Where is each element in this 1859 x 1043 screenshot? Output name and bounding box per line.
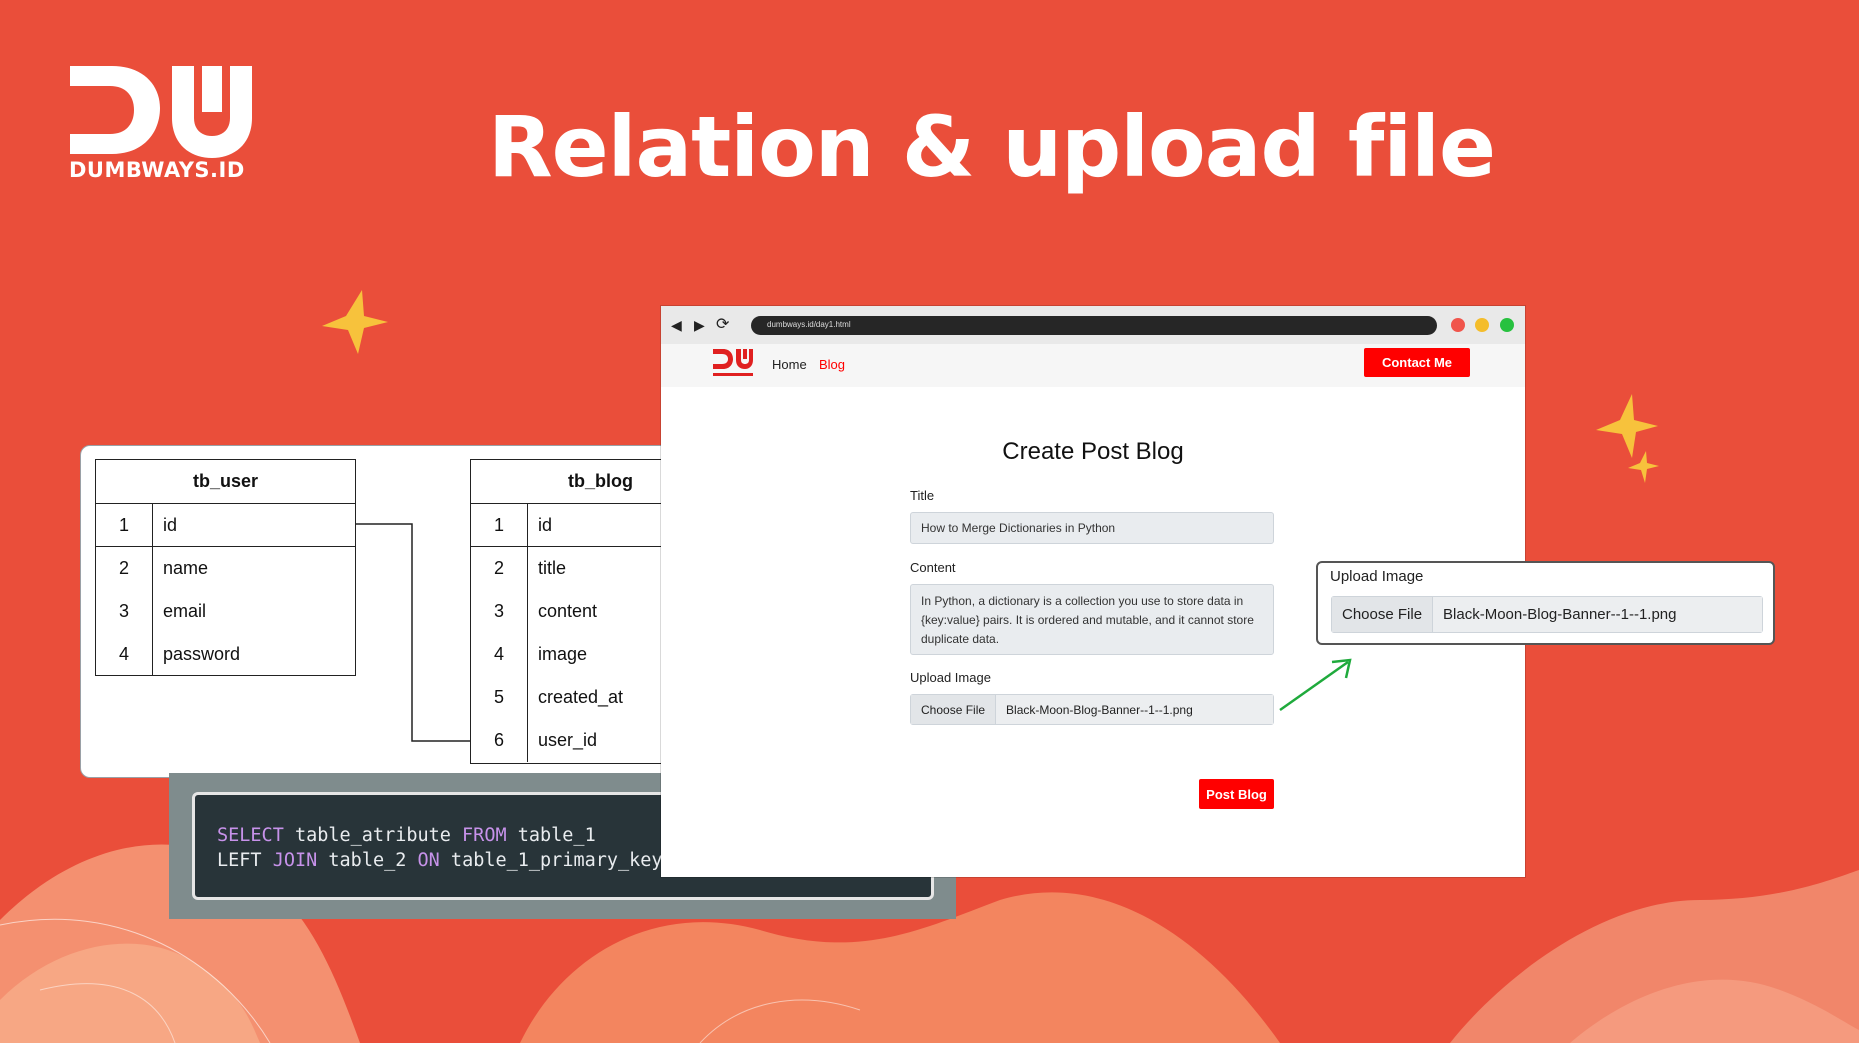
table-title: tb_user — [96, 460, 355, 504]
table-row: 2 name — [96, 547, 355, 590]
arrow-icon — [1279, 658, 1352, 712]
row-number: 3 — [96, 590, 153, 633]
row-field: content — [538, 601, 598, 621]
nav-home-link[interactable]: Home — [772, 357, 807, 372]
file-name-text: Black-Moon-Blog-Banner--1--1.png — [1433, 597, 1762, 632]
close-dot-icon[interactable] — [1451, 318, 1465, 332]
row-number: 2 — [471, 547, 528, 590]
forward-icon[interactable]: ▶ — [694, 316, 705, 334]
row-number: 4 — [96, 633, 153, 676]
title-input[interactable]: How to Merge Dictionaries in Python — [910, 512, 1274, 544]
refresh-icon[interactable]: ⟳ — [716, 316, 729, 334]
small-star-icon — [1628, 451, 1659, 483]
code-text: table_atribute — [283, 825, 463, 846]
code-keyword: JOIN — [272, 850, 318, 871]
page-title: Relation & upload file — [488, 98, 1496, 196]
row-number: 3 — [471, 590, 528, 633]
table-row: 4 password — [96, 633, 355, 676]
table-row: 1 id — [96, 504, 355, 547]
callout-file-input[interactable]: Choose File Black-Moon-Blog-Banner--1--1… — [1331, 596, 1763, 633]
content-label: Content — [910, 560, 956, 575]
nav-blog-link[interactable]: Blog — [819, 357, 845, 372]
brand-name: DUMBWAYS.ID — [69, 158, 245, 182]
row-field: id — [163, 514, 178, 535]
row-field: email — [163, 601, 207, 621]
row-number: 5 — [471, 676, 528, 719]
code-keyword: SELECT — [217, 825, 284, 846]
row-field: id — [538, 514, 553, 535]
row-number: 4 — [471, 633, 528, 676]
file-input[interactable]: Choose File Black-Moon-Blog-Banner--1--1… — [910, 694, 1274, 725]
tb-user-table: tb_user 1 id 2 name 3 email 4 password — [95, 459, 356, 676]
form-heading: Create Post Blog — [1002, 438, 1184, 465]
erd-diagram-card: tb_user 1 id 2 name 3 email 4 password t… — [80, 445, 744, 778]
content-textarea[interactable]: In Python, a dictionary is a collection … — [910, 584, 1274, 655]
row-number: 1 — [96, 504, 153, 546]
upload-image-callout: Upload Image Choose File Black-Moon-Blog… — [1316, 561, 1775, 645]
back-icon[interactable]: ◀ — [671, 316, 682, 334]
row-field: user_id — [538, 730, 598, 750]
address-bar[interactable]: dumbways.id/day1.html — [751, 316, 1437, 335]
minimize-dot-icon[interactable] — [1475, 318, 1489, 332]
upload-image-label: Upload Image — [910, 670, 991, 685]
code-text: table_2 — [317, 850, 418, 871]
code-keyword: ON — [417, 850, 440, 871]
file-name-text: Black-Moon-Blog-Banner--1--1.png — [996, 695, 1273, 724]
code-text: table_1 — [506, 825, 596, 846]
title-label: Title — [910, 488, 935, 503]
table-row: 3 email — [96, 590, 355, 633]
row-field: name — [163, 558, 209, 578]
row-number: 6 — [471, 719, 528, 762]
row-field: image — [538, 644, 588, 664]
row-field: password — [163, 644, 241, 664]
contact-me-button[interactable]: Contact Me — [1364, 348, 1470, 377]
post-blog-button[interactable]: Post Blog — [1199, 779, 1274, 809]
code-keyword: FROM — [462, 825, 507, 846]
row-field: created_at — [538, 687, 624, 707]
maximize-dot-icon[interactable] — [1500, 318, 1514, 332]
row-number: 2 — [96, 547, 153, 590]
row-field: title — [538, 558, 567, 578]
site-logo-icon — [713, 349, 753, 376]
choose-file-button[interactable]: Choose File — [911, 695, 997, 724]
star-icon — [322, 290, 388, 354]
row-number: 1 — [471, 504, 528, 546]
callout-label: Upload Image — [1330, 568, 1424, 585]
code-text: LEFT — [217, 850, 273, 871]
choose-file-button[interactable]: Choose File — [1332, 597, 1434, 632]
